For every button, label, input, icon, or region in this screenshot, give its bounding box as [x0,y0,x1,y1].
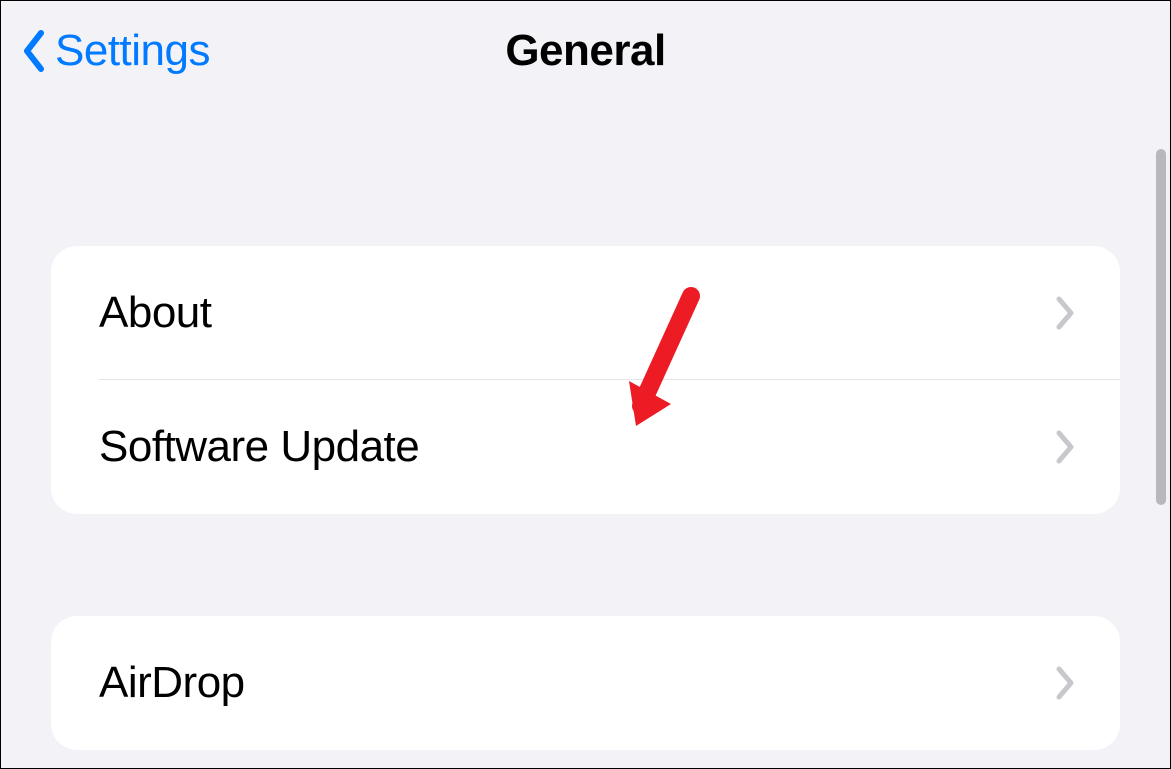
list-item-about[interactable]: About [51,246,1120,380]
chevron-right-icon [1054,429,1078,465]
list-item-software-update[interactable]: Software Update [51,380,1120,514]
back-button[interactable]: Settings [21,26,210,76]
list-item-airdrop[interactable]: AirDrop [51,616,1120,750]
chevron-left-icon [21,29,47,73]
list-item-label: AirDrop [99,658,245,708]
navigation-bar: Settings General [1,1,1170,101]
back-label: Settings [55,26,210,76]
scrollbar[interactable] [1156,149,1166,505]
list-item-label: About [99,288,211,338]
list-item-label: Software Update [99,422,419,472]
page-title: General [505,26,665,76]
list-group: About Software Update [51,246,1120,514]
list-group: AirDrop [51,616,1120,750]
chevron-right-icon [1054,295,1078,331]
chevron-right-icon [1054,665,1078,701]
content-area: About Software Update AirDrop [1,246,1170,750]
